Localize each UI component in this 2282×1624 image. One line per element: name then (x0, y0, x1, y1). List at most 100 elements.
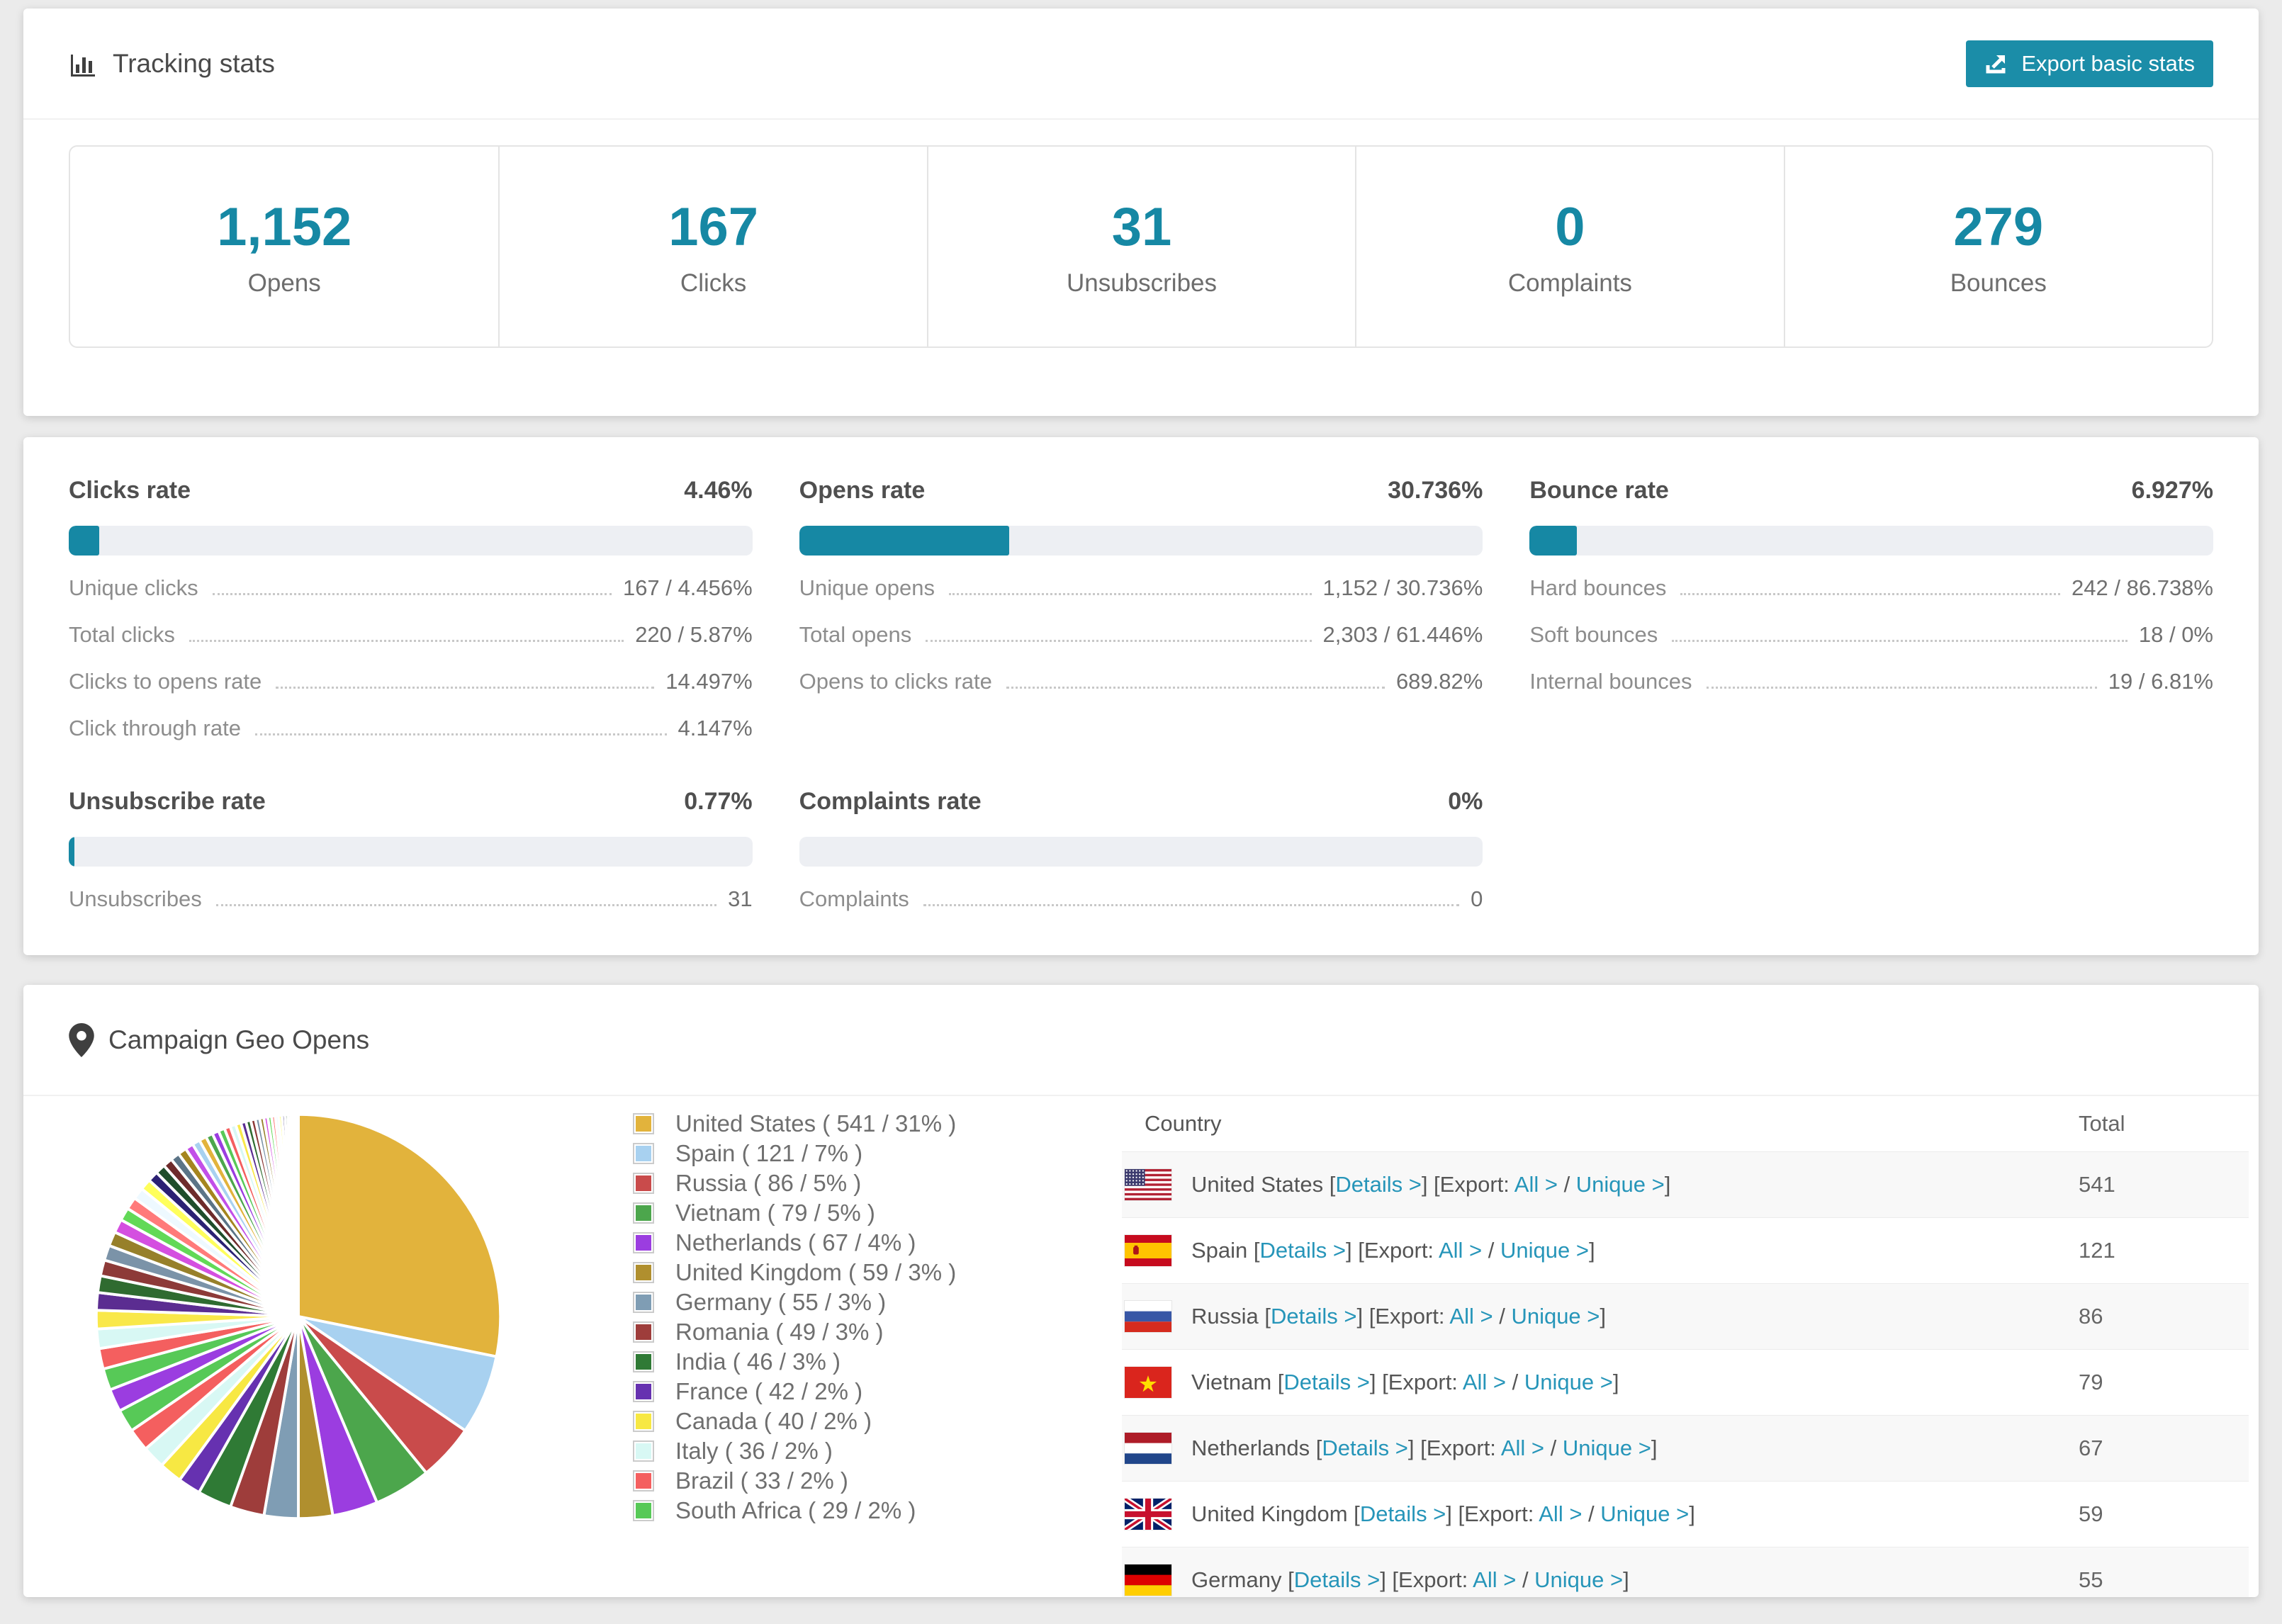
country-links: Spain [Details >] [Export: All > / Uniqu… (1191, 1238, 1595, 1263)
details-link[interactable]: Details > (1283, 1370, 1369, 1394)
rate-detail-row: Unique clicks 167 / 4.456% (69, 575, 753, 602)
pie-slice-united-states[interactable] (297, 1112, 502, 1358)
legend-label: United Kingdom ( 59 / 3% ) (675, 1259, 957, 1285)
details-link[interactable]: Details > (1322, 1436, 1407, 1460)
geo-table-country-cell: United States [Details >] [Export: All >… (1122, 1168, 2079, 1201)
legend-item-france[interactable]: France ( 42 / 2% ) (633, 1377, 1122, 1406)
details-link[interactable]: Details > (1360, 1501, 1446, 1526)
rate-title: Clicks rate (69, 477, 191, 504)
flag-us (1124, 1168, 1172, 1201)
export-unique-link[interactable]: Unique > (1534, 1567, 1623, 1592)
dotted-leader (923, 904, 1460, 906)
legend-item-united-states[interactable]: United States ( 541 / 31% ) (633, 1109, 1122, 1139)
legend-item-italy[interactable]: Italy ( 36 / 2% ) (633, 1436, 1122, 1466)
legend-label: United States ( 541 / 31% ) (675, 1110, 957, 1137)
geo-table-total-cell: 541 (2079, 1172, 2115, 1197)
campaign-geo-opens-header: Campaign Geo Opens (23, 985, 2259, 1096)
export-all-link[interactable]: All > (1501, 1436, 1544, 1460)
stat-label: Bounces (1950, 269, 2047, 297)
dotted-leader (1706, 687, 2097, 689)
details-link[interactable]: Details > (1294, 1567, 1380, 1592)
legend-swatch (633, 1351, 654, 1372)
stat-value: 31 (1111, 196, 1172, 257)
details-link[interactable]: Details > (1271, 1304, 1356, 1329)
export-unique-link[interactable]: Unique > (1524, 1370, 1613, 1394)
bracket-text: ] [Export: (1346, 1238, 1439, 1263)
rate-detail-row: Total clicks 220 / 5.87% (69, 622, 753, 649)
rate-block-complaints-rate: Complaints rate 0% Complaints 0 (799, 788, 1483, 913)
legend-swatch-color (636, 1146, 651, 1161)
rate-value: 0.77% (684, 788, 753, 815)
export-unique-link[interactable]: Unique > (1576, 1172, 1665, 1197)
geo-table-row-vn: Vietnam [Details >] [Export: All > / Uni… (1122, 1349, 2249, 1415)
legend-label: Vietnam ( 79 / 5% ) (675, 1200, 875, 1226)
legend-swatch (633, 1173, 654, 1194)
legend-item-netherlands[interactable]: Netherlands ( 67 / 4% ) (633, 1228, 1122, 1258)
legend-swatch (633, 1292, 654, 1313)
geo-table-header: Country Total (1122, 1096, 2249, 1151)
stat-label: Unsubscribes (1066, 269, 1218, 297)
geo-pie-chart (23, 1096, 633, 1524)
legend-item-vietnam[interactable]: Vietnam ( 79 / 5% ) (633, 1198, 1122, 1228)
geo-table-row-de: Germany [Details >] [Export: All > / Uni… (1122, 1547, 2249, 1597)
export-all-link[interactable]: All > (1463, 1370, 1506, 1394)
rate-detail-label: Internal bounces (1529, 669, 1692, 694)
legend-item-russia[interactable]: Russia ( 86 / 5% ) (633, 1168, 1122, 1198)
details-link[interactable]: Details > (1335, 1172, 1421, 1197)
country-name: Netherlands [ (1191, 1436, 1322, 1460)
legend-item-canada[interactable]: Canada ( 40 / 2% ) (633, 1406, 1122, 1436)
export-all-link[interactable]: All > (1439, 1238, 1482, 1263)
rate-details: Complaints 0 (799, 886, 1483, 913)
rate-detail-row: Opens to clicks rate 689.82% (799, 669, 1483, 696)
export-unique-link[interactable]: Unique > (1500, 1238, 1589, 1263)
flag-de (1124, 1564, 1172, 1596)
legend-label: Netherlands ( 67 / 4% ) (675, 1229, 916, 1256)
slash-text: / (1544, 1436, 1563, 1460)
slash-text: / (1582, 1501, 1601, 1526)
rate-head: Unsubscribe rate 0.77% (69, 788, 753, 816)
rate-detail-value: 167 / 4.456% (622, 575, 753, 600)
legend-item-spain[interactable]: Spain ( 121 / 7% ) (633, 1139, 1122, 1168)
legend-item-south-africa[interactable]: South Africa ( 29 / 2% ) (633, 1496, 1122, 1526)
export-all-link[interactable]: All > (1449, 1304, 1493, 1329)
geo-pie-svg (94, 1112, 502, 1521)
slash-text: / (1506, 1370, 1524, 1394)
export-basic-stats-button[interactable]: Export basic stats (1966, 40, 2213, 87)
legend-label: Russia ( 86 / 5% ) (675, 1170, 862, 1196)
rate-detail-value: 31 (728, 886, 753, 911)
legend-swatch-color (636, 1205, 651, 1221)
export-all-link[interactable]: All > (1473, 1567, 1516, 1592)
export-unique-link[interactable]: Unique > (1511, 1304, 1600, 1329)
rate-detail-label: Soft bounces (1529, 622, 1658, 647)
geo-opens-table: Country Total United States [Details >] [E… (1122, 1096, 2249, 1597)
legend-item-romania[interactable]: Romania ( 49 / 3% ) (633, 1317, 1122, 1347)
export-all-link[interactable]: All > (1514, 1172, 1558, 1197)
flag-us (1125, 1169, 1171, 1200)
rate-progress-fill (69, 526, 100, 556)
rate-block-unsubscribe-rate: Unsubscribe rate 0.77% Unsubscribes 31 (69, 788, 753, 913)
details-link[interactable]: Details > (1260, 1238, 1346, 1263)
rate-value: 0% (1448, 788, 1483, 815)
export-unique-link[interactable]: Unique > (1600, 1501, 1689, 1526)
geo-table-row-es: Spain [Details >] [Export: All > / Uniqu… (1122, 1217, 2249, 1283)
export-all-link[interactable]: All > (1539, 1501, 1582, 1526)
map-pin-icon (69, 1022, 94, 1057)
legend-item-brazil[interactable]: Brazil ( 33 / 2% ) (633, 1466, 1122, 1496)
bracket-text: ] (1612, 1370, 1619, 1394)
rate-detail-label: Total opens (799, 622, 912, 647)
rate-detail-value: 18 / 0% (2138, 622, 2213, 647)
legend-item-india[interactable]: India ( 46 / 3% ) (633, 1347, 1122, 1377)
legend-item-germany[interactable]: Germany ( 55 / 3% ) (633, 1287, 1122, 1317)
export-unique-link[interactable]: Unique > (1563, 1436, 1651, 1460)
bracket-text: ] [Export: (1446, 1501, 1539, 1526)
country-name: Vietnam [ (1191, 1370, 1284, 1394)
stat-cell-bounces: 279 Bounces (1783, 147, 2212, 346)
rate-detail-row: Unsubscribes 31 (69, 886, 753, 913)
dotted-leader (948, 593, 1312, 595)
legend-swatch (633, 1470, 654, 1492)
country-name: Spain [ (1191, 1238, 1260, 1263)
rate-detail-row: Unique opens 1,152 / 30.736% (799, 575, 1483, 602)
legend-item-united-kingdom[interactable]: United Kingdom ( 59 / 3% ) (633, 1258, 1122, 1287)
slash-text: / (1493, 1304, 1512, 1329)
country-links: Germany [Details >] [Export: All > / Uni… (1191, 1567, 1629, 1593)
